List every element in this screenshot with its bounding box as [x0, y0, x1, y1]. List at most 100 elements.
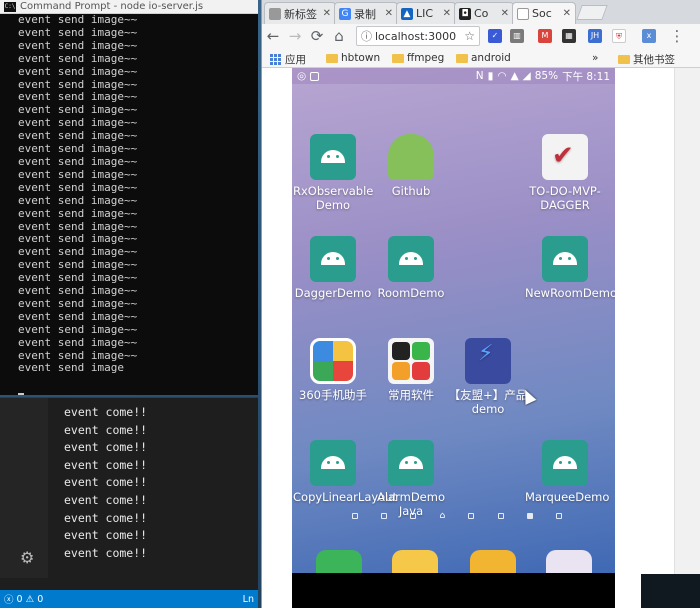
app-roomdemo[interactable]: RoomDemo	[371, 236, 451, 300]
warning-icon[interactable]: ⚠	[26, 594, 35, 605]
page-dot[interactable]	[352, 513, 358, 519]
tab-co[interactable]: ◘ Co ✕	[454, 2, 514, 24]
bookmark-android[interactable]: android	[456, 52, 511, 64]
close-icon[interactable]: ✕	[501, 8, 509, 19]
bookmark-apps[interactable]: 应用	[270, 52, 306, 67]
tab-strip: 新标签 ✕ G 录制 ✕ ▲ LIC ✕ ◘ Co ✕ Soc ✕	[262, 0, 700, 24]
close-icon[interactable]: ✕	[323, 8, 331, 19]
menu-icon[interactable]: ⋮	[666, 27, 688, 45]
app-label: TO-DO-MVP-DAGGER	[529, 184, 601, 212]
bookmarks-overflow[interactable]: »	[592, 52, 598, 64]
page-dot[interactable]	[410, 513, 417, 519]
pocket-extension-icon[interactable]: ✓	[488, 29, 502, 43]
cmd-output-line: event send image~~	[18, 13, 138, 26]
forward-arrow-icon[interactable]: →	[284, 27, 306, 45]
app-rxobservable[interactable]: RxObservable Demo	[293, 134, 373, 212]
cmd-icon: C:\	[4, 1, 16, 12]
close-icon[interactable]: ✕	[443, 8, 451, 19]
cmd-output-line: event send image~~	[18, 335, 138, 349]
address-bar[interactable]: ⓘ localhost:3000 ☆	[356, 26, 480, 46]
reload-icon[interactable]: ⟳	[306, 27, 328, 45]
app-umeng[interactable]: 【友盟+】产品demo	[448, 338, 528, 416]
back-arrow-icon[interactable]: ←	[262, 27, 284, 45]
scrollbar[interactable]	[674, 68, 700, 608]
terminal-output-line: event come!!	[64, 422, 148, 437]
qr-extension-icon[interactable]: ▦	[562, 29, 576, 43]
chrome-window[interactable]: 新标签 ✕ G 录制 ✕ ▲ LIC ✕ ◘ Co ✕ Soc ✕ ← → ⟳ …	[261, 0, 700, 608]
page-dot[interactable]	[555, 513, 562, 519]
shield-extension-icon[interactable]: ⛨	[612, 29, 626, 43]
info-icon[interactable]: ⓘ	[361, 28, 372, 44]
desktop: C:\ Command Prompt - node io-server.js e…	[0, 0, 700, 608]
app-label: DaggerDemo	[294, 286, 372, 300]
app-alarmdemo[interactable]: AlarmDemo Java	[371, 440, 451, 518]
app-github[interactable]: Github	[371, 134, 451, 198]
phone-app-icon[interactable]	[316, 550, 362, 573]
app-360[interactable]: 360手机助手	[293, 338, 373, 402]
nfc-icon: N	[475, 70, 484, 82]
mail-extension-icon[interactable]: M	[538, 29, 552, 43]
gear-icon[interactable]: ⚙	[20, 548, 34, 567]
app-folder-common[interactable]: 常用软件	[371, 338, 451, 402]
app-marqueedemo[interactable]: MarqueeDemo	[525, 440, 609, 504]
folder-icon	[326, 53, 338, 63]
status-bar: ⓧ 0 ⚠ 0 Ln	[0, 590, 258, 608]
terminal-output-line: event come!!	[64, 405, 148, 419]
app-daggerdemo[interactable]: DaggerDemo	[293, 236, 373, 300]
app-newroomdemo[interactable]: NewRoomDemo	[525, 236, 615, 300]
cmd-output-line: event send image~~	[18, 180, 138, 194]
page-dot[interactable]	[497, 513, 504, 519]
jh-extension-icon[interactable]: JH	[588, 29, 602, 43]
cmd-output-line: event send image~~	[18, 322, 138, 336]
phone-mirror[interactable]: ◎ N ▮ ◠ ▲ ◢ 85% 下午 8:11 RxObservable Dem…	[292, 68, 615, 608]
error-icon[interactable]: ⓧ	[4, 592, 14, 606]
chevron-right-icon: »	[592, 52, 599, 64]
dock-app-icon[interactable]	[392, 550, 438, 573]
star-icon[interactable]: ☆	[464, 29, 475, 43]
tab-active[interactable]: Soc ✕	[512, 2, 576, 24]
vibrate-icon: ▮	[487, 70, 494, 82]
folder-icon	[618, 55, 630, 64]
page-dot[interactable]	[468, 513, 475, 519]
translate-extension-icon[interactable]: ▥	[510, 29, 524, 43]
folder-icon	[388, 338, 434, 384]
tab-lic[interactable]: ▲ LIC ✕	[396, 2, 456, 24]
bookmark-hbtown[interactable]: hbtown	[326, 52, 380, 64]
cmd-title-bar[interactable]: C:\ Command Prompt - node io-server.js	[0, 0, 258, 14]
360-icon	[310, 338, 356, 384]
command-prompt-window[interactable]: C:\ Command Prompt - node io-server.js e…	[0, 0, 258, 395]
page-dot[interactable]	[381, 513, 388, 519]
home-icon[interactable]: ⌂	[328, 27, 350, 45]
page-dot-active[interactable]	[526, 513, 533, 519]
cmd-output-line: event send image~~	[18, 167, 138, 181]
phone-screen[interactable]: ◎ N ▮ ◠ ▲ ◢ 85% 下午 8:11 RxObservable Dem…	[292, 68, 615, 573]
close-icon[interactable]: ✕	[385, 8, 393, 19]
cmd-output-line: event send image~~	[18, 296, 138, 310]
terminal-output-line: event come!!	[64, 528, 148, 543]
vscode-window[interactable]: ⚙ event come!! event come!! event come!! ev…	[0, 397, 258, 608]
error-count[interactable]: 0	[17, 594, 23, 605]
tab-new-tab[interactable]: 新标签 ✕	[264, 2, 336, 24]
line-indicator[interactable]: Ln	[243, 594, 254, 605]
home-page-icon[interactable]: ⌂	[440, 511, 446, 521]
app-copylinearlayout[interactable]: CopyLinearLayout	[293, 440, 397, 504]
lic-icon: ▲	[401, 7, 413, 20]
bookmark-other[interactable]: 其他书签	[618, 52, 675, 67]
app-todo-mvp[interactable]: TO-DO-MVP-DAGGER	[525, 134, 605, 212]
warning-count[interactable]: 0	[37, 594, 43, 605]
tab-google[interactable]: G 录制 ✕	[334, 2, 398, 24]
dock-app-icon[interactable]	[546, 550, 592, 573]
terminal-output-line: event come!!	[64, 440, 148, 455]
new-tab-button[interactable]	[576, 5, 608, 20]
address-text[interactable]: localhost:3000	[375, 30, 456, 43]
bookmark-ffmpeg[interactable]: ffmpeg	[392, 52, 444, 64]
cmd-title: Command Prompt - node io-server.js	[20, 1, 204, 12]
translate-x-extension-icon[interactable]: x	[642, 29, 656, 43]
close-icon[interactable]: ✕	[563, 8, 571, 19]
app-label: Github	[391, 184, 431, 198]
cmd-output: event send image~~ event send image~~ even…	[18, 13, 138, 375]
bookmark-label: ffmpeg	[407, 52, 445, 64]
dock-app-icon[interactable]	[470, 550, 516, 573]
cmd-cursor	[18, 393, 24, 395]
umeng-icon	[465, 338, 511, 384]
